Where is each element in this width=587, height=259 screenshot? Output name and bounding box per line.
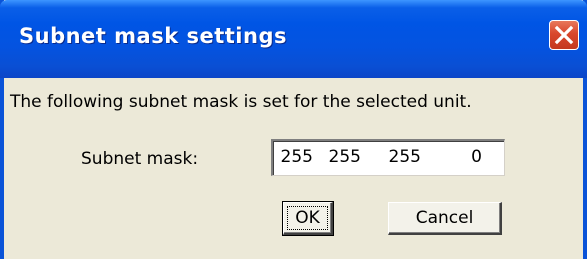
window-title: Subnet mask settings [19,24,287,48]
subnet-octet-1[interactable]: 255 [273,147,313,167]
subnet-octet-4[interactable]: 0 [442,147,482,167]
cancel-button-label: Cancel [415,208,474,228]
subnet-mask-dialog: Subnet mask settings The following subne… [0,0,587,259]
subnet-octet-3[interactable]: 255 [381,147,421,167]
close-button[interactable] [549,20,579,50]
subnet-octet-2[interactable]: 255 [321,147,361,167]
subnet-mask-label: Subnet mask: [81,149,199,169]
title-bar[interactable]: Subnet mask settings [0,0,587,78]
ok-button-label: OK [295,208,320,228]
close-x-icon [554,25,574,45]
dialog-body: The following subnet mask is set for the… [4,78,583,259]
subnet-mask-input[interactable]: 255 255 255 0 [271,139,505,176]
cancel-button[interactable]: Cancel [388,202,502,235]
ok-button[interactable]: OK [282,201,334,236]
info-message: The following subnet mask is set for the… [10,92,472,112]
